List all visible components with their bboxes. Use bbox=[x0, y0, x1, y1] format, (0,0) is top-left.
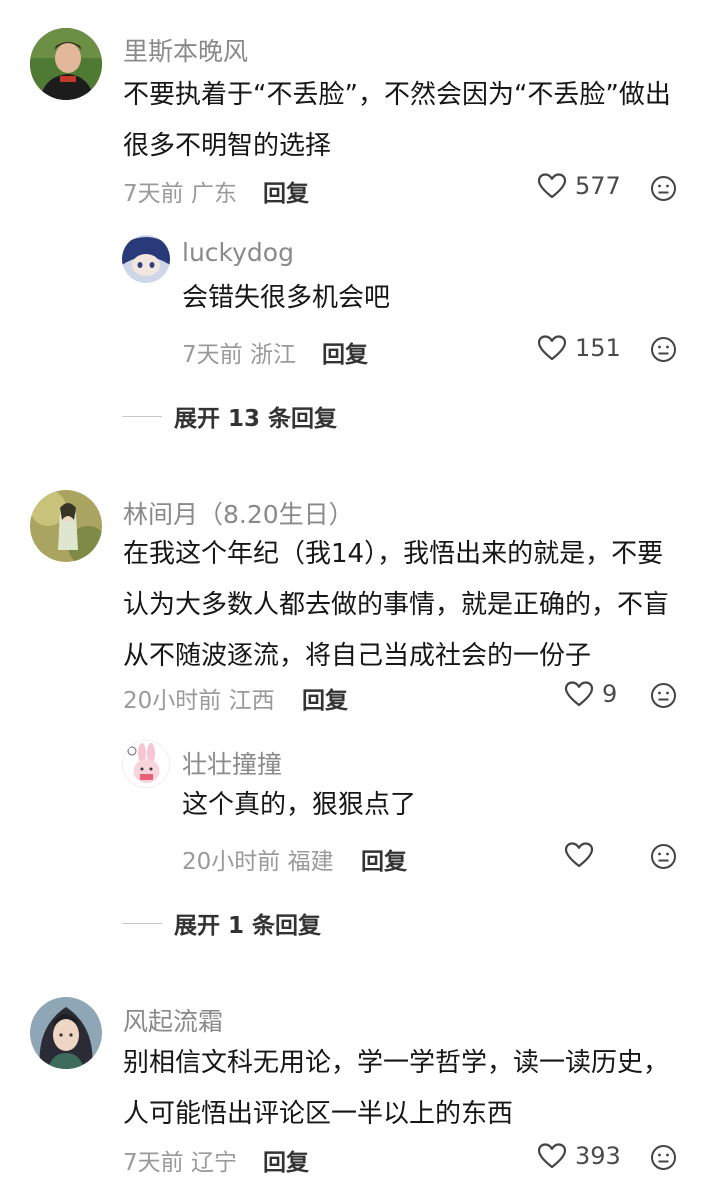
comment-text: 别相信文科无用论，学一学哲学，读一读历史，人可能悟出评论区一半以上的东西 bbox=[123, 1048, 670, 1129]
neutral-face-icon[interactable] bbox=[650, 1144, 677, 1171]
username[interactable]: 壮壮撞撞 bbox=[182, 745, 282, 781]
time-location: 20小时前 福建 bbox=[182, 849, 334, 875]
expand-label: 展开 1 条回复 bbox=[174, 913, 322, 939]
time-location: 7天前 辽宁 bbox=[123, 1150, 237, 1176]
avatar[interactable] bbox=[122, 235, 170, 283]
reply-button[interactable]: 回复 bbox=[302, 681, 348, 715]
divider-line bbox=[122, 922, 162, 924]
reply-button[interactable]: 回复 bbox=[263, 1143, 309, 1177]
neutral-face-icon[interactable] bbox=[650, 175, 677, 202]
like-count: 9 bbox=[602, 680, 618, 708]
username[interactable]: 风起流霜 bbox=[123, 1002, 223, 1038]
time-location: 20小时前 江西 bbox=[123, 688, 275, 714]
username[interactable]: luckydog bbox=[182, 238, 294, 267]
divider-line bbox=[122, 415, 162, 417]
neutral-face-icon[interactable] bbox=[650, 843, 677, 870]
like-button[interactable] bbox=[564, 841, 602, 869]
like-button[interactable]: 577 bbox=[537, 172, 621, 200]
like-count: 393 bbox=[575, 1142, 621, 1170]
reply-text: 这个真的，狠狠点了 bbox=[182, 790, 417, 820]
avatar[interactable] bbox=[30, 490, 102, 562]
username[interactable]: 林间月（8.20生日） bbox=[123, 495, 354, 531]
heart-outline-icon bbox=[537, 335, 567, 361]
avatar[interactable] bbox=[122, 740, 170, 788]
like-button[interactable]: 151 bbox=[537, 334, 621, 362]
neutral-face-icon[interactable] bbox=[650, 336, 677, 363]
neutral-face-icon[interactable] bbox=[650, 682, 677, 709]
reply-text: 会错失很多机会吧 bbox=[182, 283, 391, 313]
avatar[interactable] bbox=[30, 28, 102, 100]
reply-button[interactable]: 回复 bbox=[322, 335, 368, 369]
like-count: 577 bbox=[575, 172, 621, 200]
reply-button[interactable]: 回复 bbox=[263, 174, 309, 208]
time-location: 7天前 广东 bbox=[123, 181, 237, 207]
heart-outline-icon bbox=[537, 1143, 567, 1169]
avatar[interactable] bbox=[30, 997, 102, 1069]
username[interactable]: 里斯本晚风 bbox=[123, 32, 248, 68]
expand-replies-button[interactable]: 展开 1 条回复 bbox=[122, 906, 321, 940]
heart-outline-icon bbox=[537, 173, 567, 199]
time-location: 7天前 浙江 bbox=[182, 342, 296, 368]
reply-button[interactable]: 回复 bbox=[361, 842, 407, 876]
comment-text: 在我这个年纪（我14），我悟出来的就是，不要认为大多数人都去做的事情，就是正确的… bbox=[123, 539, 670, 671]
heart-outline-icon bbox=[564, 681, 594, 707]
like-button[interactable]: 9 bbox=[564, 680, 617, 708]
expand-replies-button[interactable]: 展开 13 条回复 bbox=[122, 399, 337, 433]
expand-label: 展开 13 条回复 bbox=[174, 406, 338, 432]
heart-outline-icon bbox=[564, 842, 594, 868]
like-count: 151 bbox=[575, 334, 621, 362]
like-button[interactable]: 393 bbox=[537, 1142, 621, 1170]
comment-text: 不要执着于“不丢脸”，不然会因为“不丢脸”做出很多不明智的选择 bbox=[123, 80, 671, 161]
